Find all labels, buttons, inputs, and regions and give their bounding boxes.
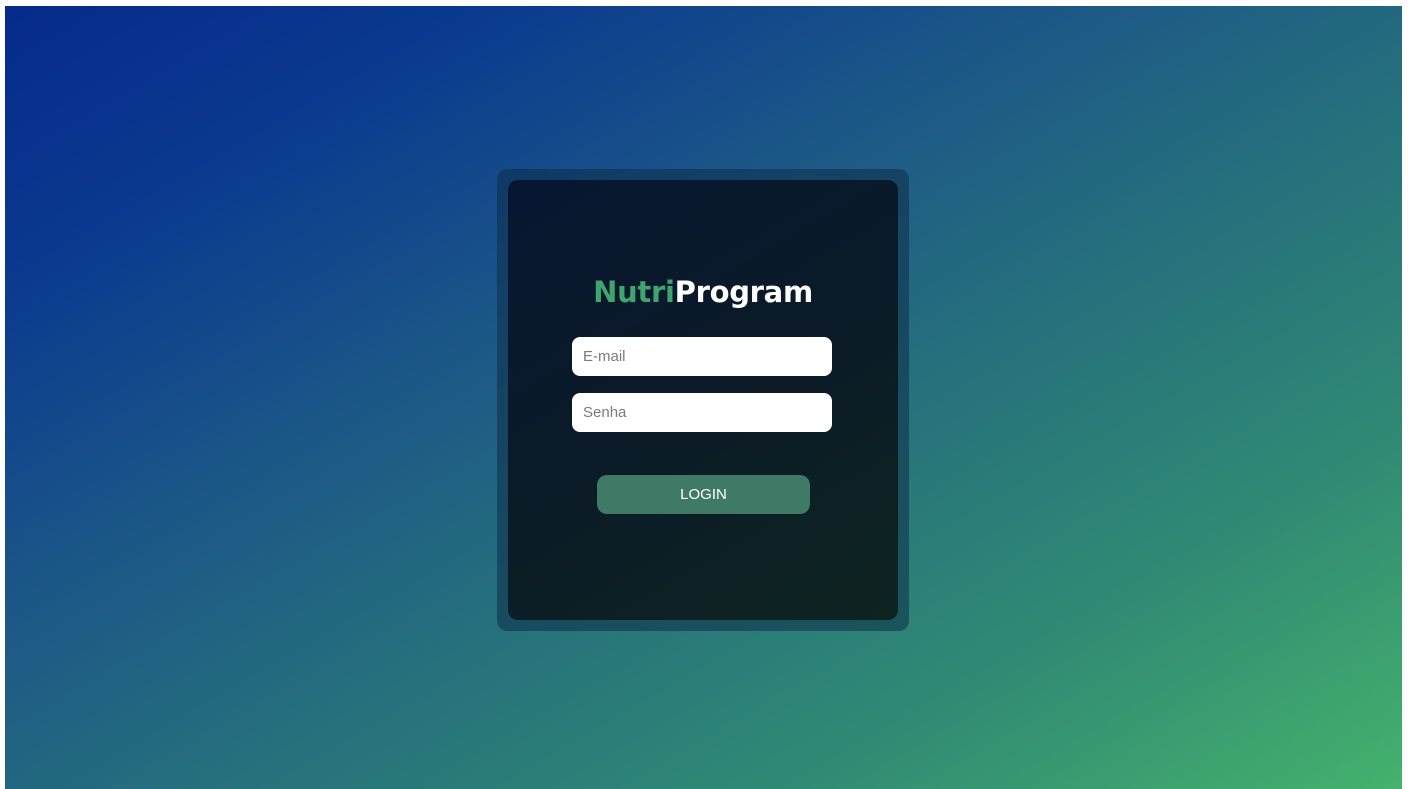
login-card-frame: NutriProgram LOGIN	[497, 169, 909, 631]
logo-text-nutri: Nutri	[593, 275, 675, 309]
page-background: NutriProgram LOGIN	[5, 6, 1402, 789]
password-field[interactable]	[572, 393, 832, 432]
login-card: NutriProgram LOGIN	[508, 180, 898, 620]
login-button[interactable]: LOGIN	[597, 475, 810, 514]
email-field[interactable]	[572, 337, 832, 376]
app-logo: NutriProgram	[508, 272, 898, 312]
logo-text-program: Program	[674, 275, 814, 309]
